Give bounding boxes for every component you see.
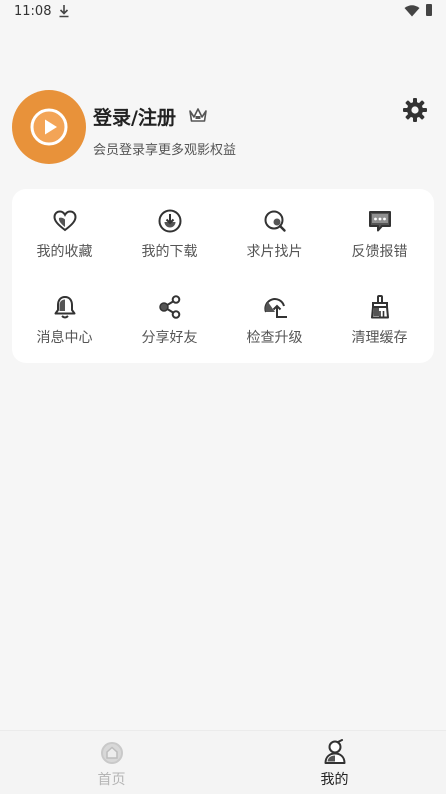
gear-icon[interactable] — [401, 96, 429, 124]
home-icon — [101, 742, 123, 764]
battery-icon — [426, 4, 432, 16]
grid-label: 我的下载 — [141, 244, 198, 260]
grid-item-check-upgrade[interactable]: 检查升级 — [222, 275, 327, 361]
grid-item-request-film[interactable]: 求片找片 — [222, 189, 327, 275]
login-subtitle: 会员登录享更多观影权益 — [93, 143, 237, 158]
grid-label: 消息中心 — [36, 330, 93, 346]
crown-icon — [189, 108, 207, 122]
grid-item-downloads[interactable]: 我的下载 — [117, 189, 222, 275]
status-time: 11:08 — [14, 4, 52, 19]
feedback-icon — [369, 211, 391, 232]
upgrade-icon — [264, 298, 287, 318]
user-icon — [324, 739, 346, 764]
grid-item-feedback[interactable]: 反馈报错 — [327, 189, 432, 275]
grid-label: 我的收藏 — [36, 244, 93, 260]
function-card: 我的收藏 我的下载 求片找片 反馈报错 消息中心 分享好友 检查升级 清理缓存 — [12, 189, 434, 363]
grid-label: 检查升级 — [246, 330, 303, 346]
search-film-icon — [264, 210, 286, 232]
grid-label: 反馈报错 — [351, 244, 408, 260]
bell-icon — [54, 296, 76, 319]
broom-icon — [371, 295, 389, 319]
grid-label: 清理缓存 — [351, 330, 408, 346]
share-icon — [159, 295, 181, 319]
wifi-icon — [404, 5, 420, 17]
play-logo-icon — [30, 108, 68, 146]
download-icon — [158, 209, 182, 233]
heart-icon — [53, 210, 77, 232]
tab-home-label: 首页 — [97, 772, 126, 788]
tab-mine-label: 我的 — [320, 772, 349, 788]
grid-item-favorites[interactable]: 我的收藏 — [12, 189, 117, 275]
status-bar: 11:08 — [0, 0, 446, 24]
grid-item-messages[interactable]: 消息中心 — [12, 275, 117, 361]
login-register-link[interactable]: 登录/注册 — [93, 103, 176, 130]
grid-item-share[interactable]: 分享好友 — [117, 275, 222, 361]
tab-home[interactable]: 首页 — [0, 731, 223, 794]
avatar[interactable] — [12, 90, 86, 164]
download-status-icon — [59, 5, 69, 18]
tab-mine[interactable]: 我的 — [223, 731, 446, 794]
grid-label: 分享好友 — [141, 330, 198, 346]
grid-item-clear-cache[interactable]: 清理缓存 — [327, 275, 432, 361]
grid-label: 求片找片 — [246, 244, 303, 260]
bottom-nav: 首页 我的 — [0, 730, 446, 794]
